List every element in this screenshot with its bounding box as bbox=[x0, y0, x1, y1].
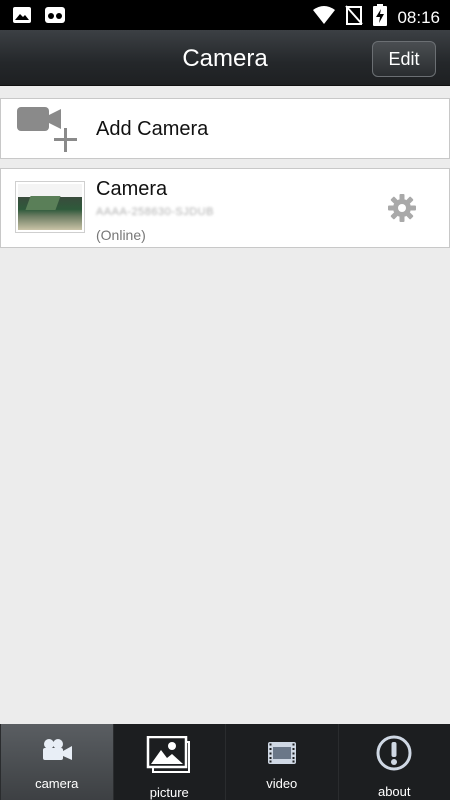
tab-about-label: about bbox=[377, 784, 411, 799]
tab-picture-label: picture bbox=[149, 785, 189, 800]
camera-name: Camera bbox=[96, 178, 168, 200]
edit-button[interactable]: Edit bbox=[372, 41, 436, 77]
tab-about[interactable]: about bbox=[337, 724, 450, 800]
tab-camera-label: camera bbox=[35, 776, 79, 791]
status-bar: 08:16 bbox=[0, 0, 450, 30]
add-video-camera-icon bbox=[17, 107, 81, 153]
camera-thumbnail bbox=[15, 181, 85, 233]
image-icon bbox=[12, 5, 32, 30]
battery-charging-icon bbox=[373, 4, 388, 31]
bottom-nav: camera picture video about bbox=[0, 724, 450, 800]
app-header: Camera Edit bbox=[0, 30, 450, 86]
tab-video-label: video bbox=[266, 776, 298, 791]
camera-list-item[interactable]: Camera AAAA-258630-SJDUB (Online) bbox=[0, 168, 450, 248]
tab-video[interactable]: video bbox=[225, 724, 338, 800]
info-icon bbox=[376, 735, 412, 776]
gear-icon[interactable] bbox=[387, 193, 417, 223]
no-sim-icon bbox=[345, 5, 364, 30]
camera-uid: AAAA-258630-SJDUB bbox=[96, 206, 214, 218]
status-time: 08:16 bbox=[397, 7, 440, 27]
picture-icon bbox=[146, 735, 192, 779]
tab-camera[interactable]: camera bbox=[0, 724, 113, 800]
wifi-icon bbox=[313, 5, 336, 30]
add-camera-row[interactable]: Add Camera bbox=[0, 98, 450, 159]
add-camera-label: Add Camera bbox=[96, 118, 209, 140]
camera-icon bbox=[41, 738, 73, 767]
film-icon bbox=[267, 742, 296, 769]
tab-picture[interactable]: picture bbox=[112, 724, 226, 800]
camera-status: (Online) bbox=[96, 227, 146, 243]
voicemail-icon bbox=[44, 5, 66, 30]
